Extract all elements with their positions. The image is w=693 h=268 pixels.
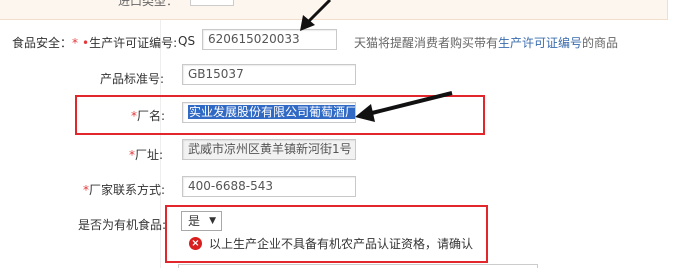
arrow-pointer-icon xyxy=(300,0,332,31)
arrow-pointer-icon xyxy=(355,91,453,122)
annotation-arrows xyxy=(300,0,453,122)
